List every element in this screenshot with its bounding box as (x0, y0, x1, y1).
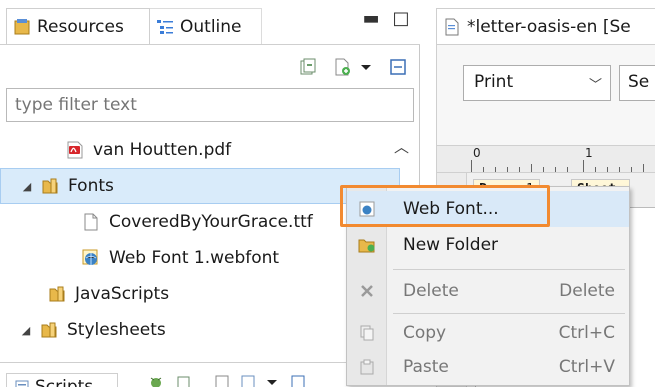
menu-item-accel: Delete (559, 281, 615, 301)
second-select[interactable]: Se (619, 65, 655, 101)
tree-item-label: CoveredByYourGrace.ttf (109, 212, 313, 232)
new-resource-icon[interactable] (332, 57, 352, 77)
expand-twisty-icon[interactable]: ◢ (18, 324, 34, 337)
paste-icon (347, 359, 387, 375)
ruler-tick (543, 167, 544, 172)
menu-separator (393, 269, 625, 270)
ruler-tick (531, 164, 532, 172)
tree-item-fonts[interactable]: ◢ Fonts (0, 168, 400, 204)
tab-outline[interactable]: Outline (150, 8, 262, 44)
tab-scripts[interactable]: Scripts (6, 373, 118, 387)
view-menu-icon[interactable] (388, 57, 408, 77)
menu-item-copy[interactable]: Copy Ctrl+C (347, 315, 629, 351)
copy-icon (347, 325, 387, 341)
tree-item-ttf[interactable]: CoveredByYourGrace.ttf (0, 204, 400, 240)
folder-icon (49, 286, 65, 302)
tree-item-webfont[interactable]: Web Font 1.webfont (0, 240, 400, 276)
ruler-tick (567, 167, 568, 172)
tab-outline-label: Outline (180, 16, 242, 37)
ruler-label: 1 (585, 146, 593, 160)
ruler-tick (643, 164, 644, 172)
menu-item-new-folder[interactable]: New Folder (347, 227, 629, 263)
menu-separator (393, 313, 625, 314)
tree-item-pdf[interactable]: van Houtten.pdf (0, 132, 400, 168)
filter-input[interactable] (6, 88, 414, 122)
scroll-up-icon[interactable]: ︿ (394, 136, 409, 157)
webfont-icon (82, 249, 98, 265)
tab-resources-label: Resources (37, 16, 124, 37)
tab-resources[interactable]: Resources (6, 8, 150, 44)
new-script-icon[interactable] (240, 374, 256, 387)
tree-item-label: JavaScripts (75, 284, 170, 304)
tree-item-label: van Houtten.pdf (93, 140, 232, 160)
view-tab-bar: Resources Outline ▬ □ (0, 0, 420, 44)
ruler-tick (607, 167, 608, 172)
ruler-tick (619, 167, 620, 172)
menu-item-label: Web Font... (403, 199, 499, 219)
ruler-tick (555, 167, 556, 172)
output-select[interactable]: Print ﹀ (463, 65, 611, 101)
view-toolbar (0, 44, 420, 84)
document-icon (445, 18, 459, 35)
folder-icon (42, 178, 58, 194)
editor-tab-title: *letter-oasis-en [Se (467, 16, 631, 37)
tree-item-javascripts[interactable]: JavaScripts (0, 276, 400, 312)
chevron-down-icon: ﹀ (588, 78, 602, 93)
debug-icon[interactable] (148, 374, 164, 387)
collapse-all-icon[interactable] (298, 57, 318, 77)
ruler-tick (471, 160, 472, 172)
menu-item-label: Copy (403, 323, 447, 343)
minimize-icon[interactable]: ▬ (362, 8, 380, 29)
ruler-tick (495, 167, 496, 172)
scripts-icon (15, 380, 29, 387)
ruler-tick (631, 167, 632, 172)
menu-item-web-font[interactable]: Web Font... (347, 191, 629, 227)
web-font-icon (347, 201, 387, 217)
collapse-icon[interactable] (176, 374, 192, 387)
context-menu: Web Font... New Folder Delete Delete Cop… (346, 186, 630, 386)
pdf-icon (67, 141, 83, 159)
menu-item-delete[interactable]: Delete Delete (347, 273, 629, 309)
outline-icon (157, 19, 173, 34)
new-folder-icon (347, 237, 387, 253)
menu-item-accel: Ctrl+C (558, 323, 615, 343)
output-select-value: Print (474, 72, 514, 92)
expand-twisty-icon[interactable]: ◢ (19, 180, 35, 193)
tree-item-label: Stylesheets (67, 320, 166, 340)
chevron-down-icon[interactable] (264, 374, 280, 387)
menu-item-label: New Folder (403, 235, 499, 255)
menu-item-accel: Ctrl+V (558, 357, 615, 377)
chevron-down-icon[interactable] (356, 57, 376, 77)
editor-tab[interactable]: *letter-oasis-en [Se (436, 8, 655, 44)
ruler-label: 0 (473, 146, 481, 160)
tree-item-label: Fonts (68, 176, 114, 196)
ruler-tick (483, 167, 484, 172)
tab-scripts-label: Scripts (35, 376, 94, 387)
menu-item-paste[interactable]: Paste Ctrl+V (347, 349, 629, 385)
menu-item-label: Delete (403, 281, 459, 301)
ruler-tick (519, 167, 520, 172)
resources-icon (14, 18, 30, 34)
second-select-value: Se (628, 72, 650, 92)
maximize-icon[interactable]: □ (392, 8, 410, 29)
file-icon (84, 213, 98, 231)
tree-item-stylesheets[interactable]: ◢ Stylesheets (0, 312, 400, 348)
ruler-tick (595, 167, 596, 172)
ruler-tick (507, 167, 508, 172)
folder-icon (41, 322, 57, 338)
view-menu-icon[interactable] (290, 374, 306, 387)
tree-item-label: Web Font 1.webfont (109, 248, 280, 268)
delete-icon (347, 283, 387, 299)
horizontal-ruler: 0 1 (437, 145, 655, 173)
edit-icon[interactable] (214, 374, 230, 387)
menu-item-label: Paste (403, 357, 449, 377)
ruler-tick (583, 160, 584, 172)
